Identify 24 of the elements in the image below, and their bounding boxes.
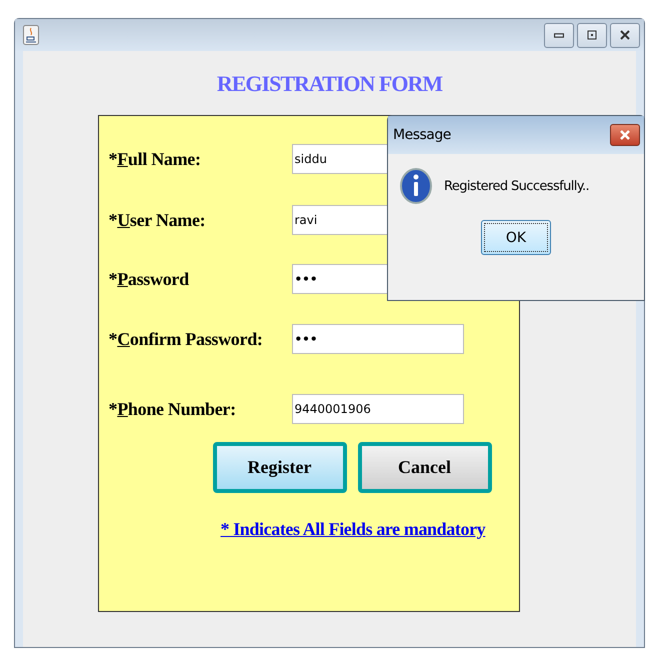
register-button[interactable]: Register xyxy=(212,442,346,493)
cancel-button[interactable]: Cancel xyxy=(358,442,492,493)
dialog-title: Message xyxy=(393,127,451,143)
field-label: *User Name: xyxy=(108,210,206,230)
field-label: *Full Name: xyxy=(108,148,202,170)
mandatory-note-link[interactable]: * Indicates All Fields are mandatory xyxy=(220,519,486,540)
info-icon xyxy=(400,168,432,204)
minimize-button[interactable] xyxy=(544,22,574,48)
close-icon xyxy=(619,129,631,141)
maximize-icon xyxy=(585,28,599,42)
close-icon xyxy=(618,28,632,42)
input-field[interactable]: 9440001906 xyxy=(292,394,464,424)
field-label: *Phone Number: xyxy=(108,398,237,420)
close-button[interactable] xyxy=(610,22,640,48)
form-heading: REGISTRATION FORM xyxy=(216,71,442,97)
field-label: *Password xyxy=(108,268,190,290)
minimize-icon xyxy=(554,32,564,38)
field-label: *Confirm Password: xyxy=(108,328,264,350)
maximize-button[interactable] xyxy=(577,22,607,48)
close-button[interactable] xyxy=(610,124,640,146)
dialog-message: Registered Successfully.. xyxy=(444,178,590,194)
input-field[interactable]: ••• xyxy=(292,324,464,354)
cup-icon xyxy=(23,25,39,45)
ok-button[interactable]: OK xyxy=(481,220,551,255)
